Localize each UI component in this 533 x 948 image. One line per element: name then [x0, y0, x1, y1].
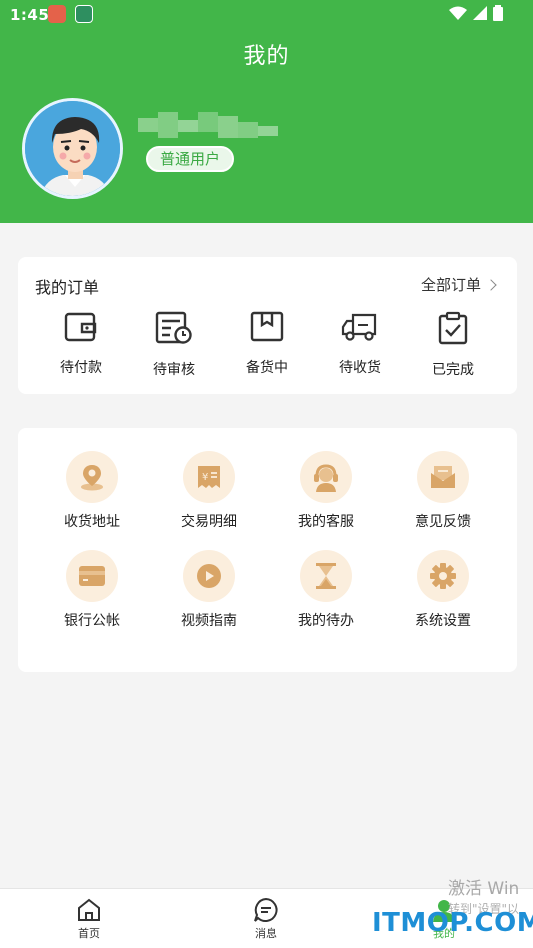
order-preparing[interactable]: 备货中: [227, 311, 307, 377]
order-item-label: 待审核: [153, 362, 195, 378]
service-label: 我的待办: [298, 613, 354, 629]
tab-label: 消息: [255, 927, 277, 940]
svg-text:¥: ¥: [202, 472, 208, 483]
service-settings[interactable]: 系统设置: [393, 550, 493, 630]
user-level-badge: 普通用户: [146, 146, 234, 172]
all-orders-link[interactable]: 全部订单: [420, 274, 497, 295]
notification-app-icon: [48, 5, 66, 23]
order-item-label: 待收货: [339, 360, 381, 376]
icon-circle: [66, 550, 118, 602]
review-clock-icon: [155, 311, 192, 344]
avatar-illustration: [25, 101, 120, 196]
icon-circle: ¥: [183, 451, 235, 503]
home-icon: [78, 898, 100, 921]
service-label: 系统设置: [415, 613, 471, 629]
mail-feedback-icon: [431, 466, 455, 488]
icon-circle: [417, 550, 469, 602]
status-bar: 1:45: [0, 0, 533, 30]
battery-icon: [493, 5, 503, 21]
order-pending-payment[interactable]: 待付款: [41, 311, 121, 377]
bank-card-icon: [79, 566, 105, 586]
icon-circle: [66, 451, 118, 503]
orders-title: 我的订单: [35, 278, 100, 297]
orders-card: 我的订单 全部订单 待付款 待审核 备货中 待收货 已完成: [18, 257, 517, 394]
service-label: 收货地址: [64, 514, 120, 530]
tab-messages[interactable]: 消息: [226, 897, 306, 941]
service-label: 银行公帐: [64, 613, 120, 629]
service-label: 我的客服: [298, 514, 354, 530]
order-item-label: 备货中: [246, 360, 288, 376]
page-title: 我的: [243, 44, 290, 69]
order-completed[interactable]: 已完成: [413, 311, 493, 379]
wifi-icon: [449, 6, 467, 20]
service-label: 视频指南: [181, 613, 237, 629]
site-watermark: ITMOP.COM: [372, 908, 533, 938]
receipt-yen-icon: ¥: [198, 466, 220, 488]
service-video-guide[interactable]: 视频指南: [159, 550, 259, 630]
avatar[interactable]: [22, 98, 123, 199]
icon-circle: [300, 550, 352, 602]
message-icon: [254, 897, 278, 922]
tab-label: 首页: [78, 927, 100, 940]
wallet-icon: [64, 312, 97, 342]
order-pending-review[interactable]: 待审核: [134, 311, 214, 379]
status-time: 1:45: [10, 6, 50, 24]
package-box-icon: [250, 311, 284, 342]
icon-circle: [417, 451, 469, 503]
signal-icon: [473, 6, 487, 20]
clipboard-check-icon: [438, 311, 468, 345]
service-label: 交易明细: [181, 514, 237, 530]
delivery-truck-icon: [341, 313, 377, 341]
service-transactions[interactable]: ¥ 交易明细: [159, 451, 259, 531]
status-icons: [449, 5, 503, 21]
tab-home[interactable]: 首页: [49, 897, 129, 941]
windows-activation-watermark: 激活 Win: [448, 879, 520, 899]
service-label: 意见反馈: [415, 514, 471, 530]
hourglass-icon: [316, 563, 336, 589]
order-item-label: 已完成: [432, 362, 474, 378]
service-shipping-address[interactable]: 收货地址: [42, 451, 142, 531]
service-bank-account[interactable]: 银行公帐: [42, 550, 142, 630]
icon-circle: [183, 550, 235, 602]
play-circle-icon: [197, 564, 221, 588]
all-orders-label: 全部订单: [420, 276, 481, 294]
service-customer-support[interactable]: 我的客服: [276, 451, 376, 531]
profile-header: 1:45 我的 普通用户: [0, 0, 533, 223]
notification-app-icon: [75, 5, 93, 23]
services-card: 收货地址 ¥ 交易明细 我的客服 意见反馈 银行公帐 视频指南 我的待办 系统设…: [18, 428, 517, 672]
service-feedback[interactable]: 意见反馈: [393, 451, 493, 531]
service-todo[interactable]: 我的待办: [276, 550, 376, 630]
headset-agent-icon: [314, 464, 338, 492]
chevron-right-icon: [485, 278, 497, 291]
gear-icon: [430, 563, 456, 589]
icon-circle: [300, 451, 352, 503]
order-pending-receipt[interactable]: 待收货: [320, 311, 400, 377]
order-item-label: 待付款: [60, 360, 102, 376]
username-redacted: [138, 112, 278, 138]
location-pin-icon: [81, 465, 103, 491]
